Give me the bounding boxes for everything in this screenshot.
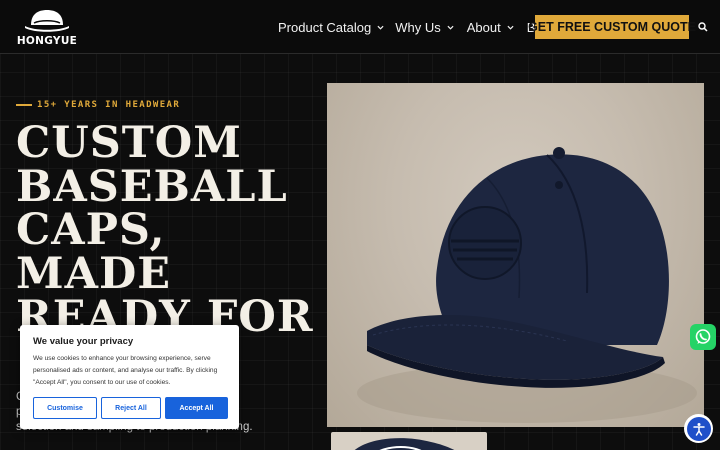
accessibility-icon (692, 422, 705, 436)
hero-title-line: CAPS, (16, 205, 166, 255)
cookie-buttons: Customise Reject All Accept All (33, 397, 228, 419)
nav-item-why-us[interactable]: Why Us (395, 20, 454, 35)
accessibility-button[interactable] (684, 414, 713, 443)
hero-title-line: CUSTOM (16, 118, 242, 168)
logo[interactable]: HONGYUE (16, 6, 78, 48)
eyebrow-text: 15+ YEARS IN HEADWEAR (37, 100, 181, 110)
eyebrow: 15+ YEARS IN HEADWEAR (16, 100, 180, 110)
hero-cap-image (327, 83, 704, 427)
nav-label: About (466, 19, 501, 35)
reject-all-button[interactable]: Reject All (101, 397, 161, 419)
nav-item-product-catalog[interactable]: Product Catalog (278, 20, 384, 35)
search-icon[interactable] (698, 22, 708, 32)
chevron-down-icon (447, 25, 454, 30)
cookie-text: We use cookies to enhance your browsing … (33, 355, 218, 386)
logo-text: HONGYUE (16, 35, 78, 47)
baseball-cap-illustration (357, 147, 697, 423)
hero-title-line: MADE (16, 248, 172, 299)
whatsapp-icon (695, 329, 711, 344)
site-header: HONGYUE Product Catalog Why Us About Blo… (0, 0, 720, 54)
accessibility-icon-bg (686, 416, 711, 441)
hero-title-line: BASEBALL (16, 161, 288, 212)
cookie-consent-banner: We value your privacy We use cookies to … (20, 325, 239, 429)
chevron-down-icon (377, 25, 384, 30)
accept-all-button[interactable]: Accept All (165, 397, 228, 419)
nav-label: Product Catalog (278, 19, 372, 35)
eyebrow-line (16, 104, 32, 106)
thumbnail-image[interactable] (331, 432, 487, 450)
cap-thumbnail-illustration (354, 438, 455, 450)
whatsapp-button[interactable] (690, 324, 716, 350)
get-quote-button[interactable]: GET FREE CUSTOM QUOTE (528, 15, 696, 39)
cookie-title: We value your privacy (33, 336, 134, 347)
nav-item-about[interactable]: About (467, 20, 514, 35)
customise-button[interactable]: Customise (33, 397, 97, 419)
hat-logo-icon (25, 10, 69, 32)
main-nav: Product Catalog Why Us About Blog (278, 0, 565, 54)
chevron-down-icon (507, 25, 514, 30)
hero-title: CUSTOM BASEBALL CAPS, MADE READY FOR (16, 118, 316, 340)
nav-label: Why Us (395, 19, 441, 35)
